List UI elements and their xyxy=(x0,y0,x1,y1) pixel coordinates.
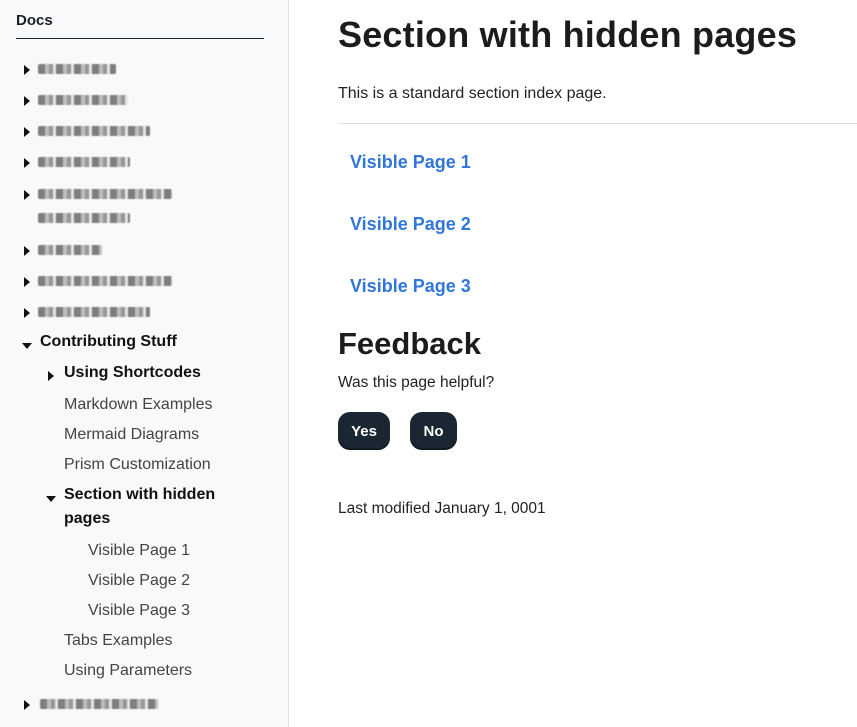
caret-right-icon[interactable] xyxy=(48,371,54,381)
sidebar-item-prism-customization[interactable]: Prism Customization xyxy=(64,456,211,474)
caret-right-icon[interactable] xyxy=(24,65,30,75)
caret-right-icon[interactable] xyxy=(24,246,30,256)
sidebar-item-contributing-stuff[interactable]: Contributing Stuff xyxy=(40,333,177,351)
sidebar-item-label: pages xyxy=(64,510,111,527)
page-title: Section with hidden pages xyxy=(338,14,798,55)
caret-right-icon[interactable] xyxy=(24,277,30,287)
caret-down-icon[interactable] xyxy=(22,343,32,349)
feedback-question: Was this page helpful? xyxy=(338,374,495,391)
link-visible-page-3[interactable]: Visible Page 3 xyxy=(350,276,471,297)
sidebar-item-visible-page-3[interactable]: Visible Page 3 xyxy=(88,602,190,620)
sidebar-item-visible-page-2[interactable]: Visible Page 2 xyxy=(88,572,190,590)
last-modified: Last modified January 1, 0001 xyxy=(338,500,546,517)
sidebar-item-using-shortcodes[interactable]: Using Shortcodes xyxy=(64,364,201,382)
sidebar-item-label: Section with hidden xyxy=(64,486,216,503)
caret-right-icon[interactable] xyxy=(24,96,30,106)
caret-right-icon[interactable] xyxy=(24,308,30,318)
sidebar-item-using-parameters[interactable]: Using Parameters xyxy=(64,662,192,680)
sidebar-title[interactable]: Docs xyxy=(16,12,264,39)
feedback-yes-button[interactable]: Yes xyxy=(338,412,390,450)
caret-right-icon[interactable] xyxy=(24,700,30,710)
caret-right-icon[interactable] xyxy=(24,127,30,137)
sidebar: Docs Contributing Stuff Using Shortcodes… xyxy=(0,0,289,727)
link-visible-page-1[interactable]: Visible Page 1 xyxy=(350,152,471,173)
caret-right-icon[interactable] xyxy=(24,190,30,200)
sidebar-item-visible-page-1[interactable]: Visible Page 1 xyxy=(88,542,190,560)
sidebar-item-tabs-examples[interactable]: Tabs Examples xyxy=(64,632,173,650)
feedback-no-button[interactable]: No xyxy=(410,412,457,450)
sidebar-item-markdown-examples[interactable]: Markdown Examples xyxy=(64,396,213,414)
feedback-title: Feedback xyxy=(338,326,482,361)
page-lead: This is a standard section index page. xyxy=(338,85,607,102)
caret-down-icon[interactable] xyxy=(46,496,56,502)
divider xyxy=(338,123,857,124)
link-visible-page-2[interactable]: Visible Page 2 xyxy=(350,214,471,235)
caret-right-icon[interactable] xyxy=(24,158,30,168)
sidebar-item-mermaid-diagrams[interactable]: Mermaid Diagrams xyxy=(64,426,199,444)
